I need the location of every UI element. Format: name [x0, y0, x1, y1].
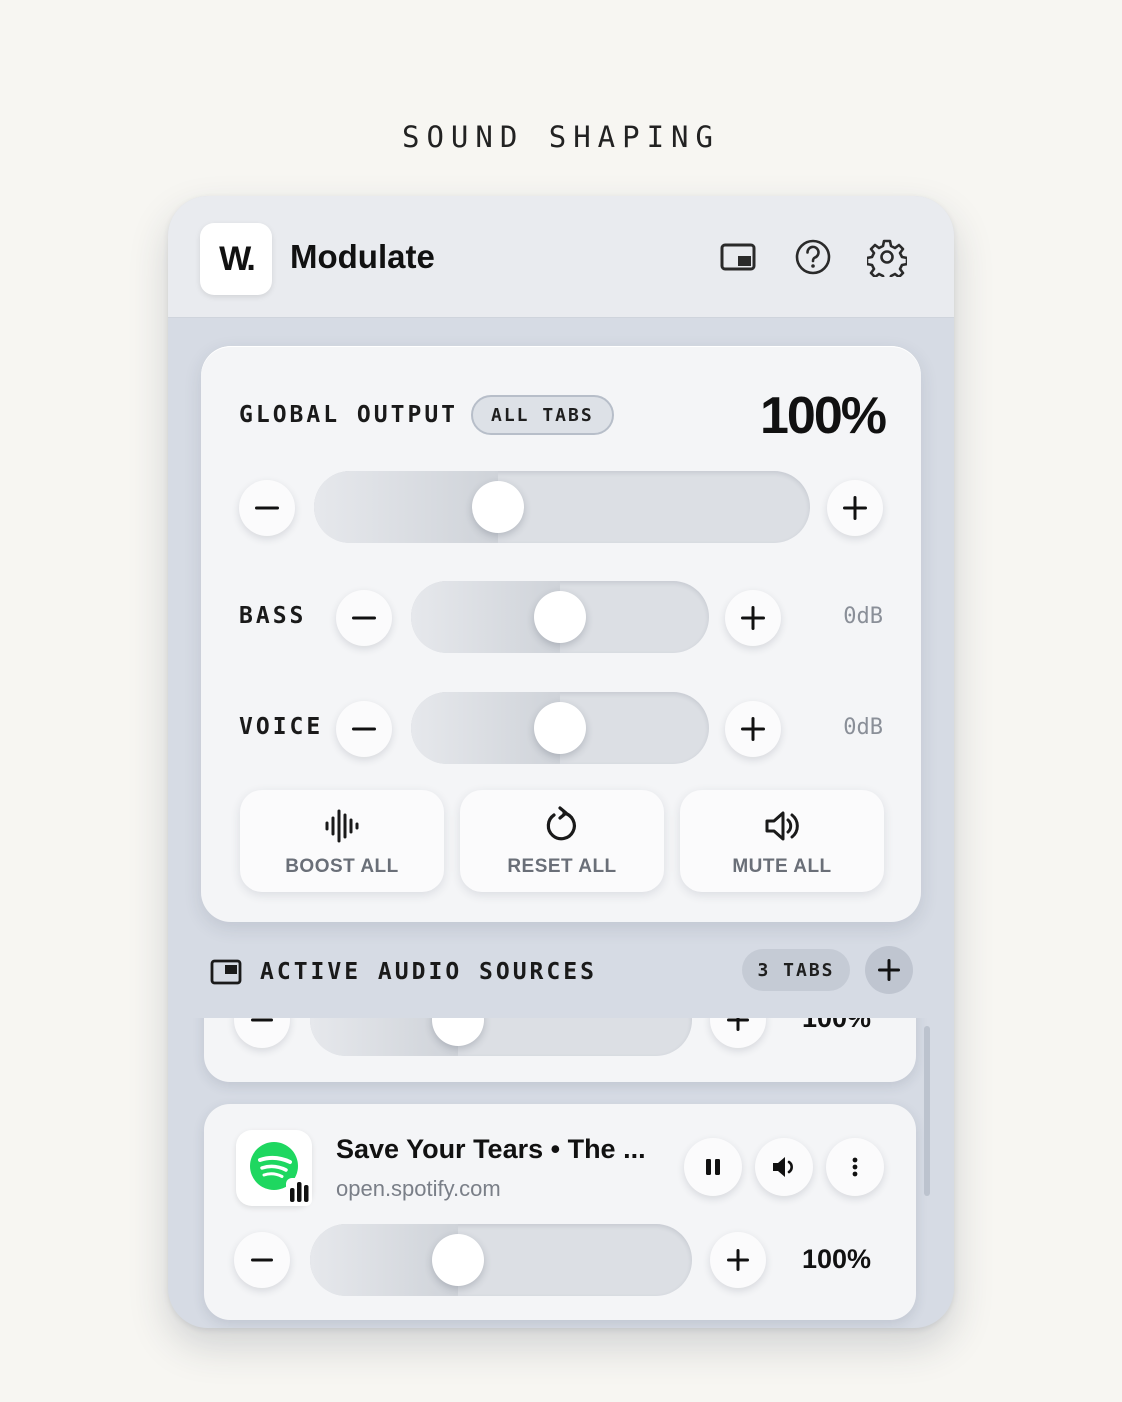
- global-output-slider[interactable]: [314, 471, 810, 543]
- source-volume-slider[interactable]: [310, 1018, 692, 1056]
- voice-label: VOICE: [239, 714, 324, 740]
- source-track-title: Save Your Tears • The ...: [336, 1134, 646, 1164]
- reset-all-button[interactable]: RESET ALL: [460, 790, 664, 892]
- bass-decrease-button[interactable]: [336, 590, 392, 646]
- audio-source-card-spotify: Save Your Tears • The ... open.spotify.c…: [204, 1104, 916, 1320]
- plus-icon: [727, 1018, 749, 1031]
- sources-scrollbar[interactable]: [924, 1026, 930, 1196]
- source-mute-button[interactable]: [755, 1138, 813, 1196]
- popup-header: W. Modulate: [168, 196, 954, 318]
- global-output-increase-button[interactable]: [827, 480, 883, 536]
- plus-icon: [741, 717, 765, 741]
- voice-value: 0dB: [843, 715, 883, 740]
- reset-all-label: RESET ALL: [507, 856, 617, 877]
- source-volume-value: 100%: [802, 1244, 872, 1274]
- tabs-count-pill: 3 TABS: [742, 949, 850, 991]
- global-output-label: GLOBAL OUTPUT: [239, 402, 459, 428]
- speaker-icon: [765, 811, 799, 841]
- boost-all-button[interactable]: BOOST ALL: [240, 790, 444, 892]
- logo-text: W.: [219, 239, 256, 278]
- picture-in-picture-icon: [210, 959, 242, 985]
- global-controls-card: GLOBAL OUTPUT ALL TABS 100% BASS 0dB VOI…: [201, 346, 921, 922]
- active-sources-label: ACTIVE AUDIO SOURCES: [260, 959, 597, 985]
- mute-all-label: MUTE ALL: [732, 856, 832, 877]
- app-title: Modulate: [290, 238, 435, 275]
- active-sources-header: ACTIVE AUDIO SOURCES 3 TABS: [168, 942, 954, 1004]
- voice-slider[interactable]: [411, 692, 709, 764]
- voice-slider-knob[interactable]: [534, 702, 586, 754]
- mute-all-button[interactable]: MUTE ALL: [680, 790, 884, 892]
- source-volume-increase-button[interactable]: [710, 1018, 766, 1048]
- source-volume-decrease-button[interactable]: [234, 1232, 290, 1288]
- bass-value: 0dB: [843, 604, 883, 629]
- plus-icon: [878, 959, 900, 981]
- minus-icon: [352, 616, 376, 620]
- global-output-value: 100%: [760, 387, 887, 445]
- bass-increase-button[interactable]: [725, 590, 781, 646]
- pause-button[interactable]: [684, 1138, 742, 1196]
- source-volume-increase-button[interactable]: [710, 1232, 766, 1288]
- help-icon[interactable]: [793, 237, 833, 277]
- global-output-slider-fill: [314, 471, 499, 543]
- audio-playing-icon: [286, 1178, 312, 1206]
- all-tabs-pill[interactable]: ALL TABS: [471, 395, 614, 435]
- picture-in-picture-icon[interactable]: [718, 237, 758, 277]
- modulate-popup: W. Modulate GLOBAL OUTPUT ALL TABS 100% …: [168, 196, 954, 1328]
- speaker-icon: [773, 1157, 793, 1177]
- waveform-icon: [325, 809, 359, 843]
- pause-icon: [706, 1159, 720, 1175]
- bass-label: BASS: [239, 603, 307, 629]
- audio-source-card: 100%: [204, 1018, 916, 1082]
- page-caption: SOUND SHAPING: [402, 120, 720, 154]
- more-vertical-icon: [852, 1157, 858, 1177]
- global-output-slider-knob[interactable]: [472, 481, 525, 533]
- source-domain: open.spotify.com: [336, 1176, 501, 1201]
- minus-icon: [352, 727, 376, 731]
- add-source-button[interactable]: [865, 946, 913, 994]
- voice-decrease-button[interactable]: [336, 701, 392, 757]
- global-output-decrease-button[interactable]: [239, 480, 295, 536]
- source-more-button[interactable]: [826, 1138, 884, 1196]
- minus-icon: [255, 506, 279, 510]
- source-volume-slider[interactable]: [310, 1224, 692, 1296]
- bass-slider-knob[interactable]: [534, 591, 586, 643]
- plus-icon: [727, 1249, 749, 1271]
- app-logo: W.: [200, 223, 272, 295]
- audio-sources-list[interactable]: 100% Save Your Tears • The ... open.spot…: [168, 1018, 954, 1328]
- source-volume-value: 100%: [802, 1018, 872, 1033]
- boost-all-label: BOOST ALL: [285, 856, 399, 877]
- reset-icon: [546, 806, 576, 841]
- minus-icon: [251, 1018, 273, 1022]
- source-volume-decrease-button[interactable]: [234, 1018, 290, 1048]
- plus-icon: [741, 606, 765, 630]
- gear-icon[interactable]: [865, 237, 909, 283]
- voice-increase-button[interactable]: [725, 701, 781, 757]
- source-favicon: [236, 1130, 312, 1206]
- minus-icon: [251, 1258, 273, 1262]
- bass-slider[interactable]: [411, 581, 709, 653]
- source-volume-slider-knob[interactable]: [431, 1234, 484, 1286]
- plus-icon: [843, 496, 867, 520]
